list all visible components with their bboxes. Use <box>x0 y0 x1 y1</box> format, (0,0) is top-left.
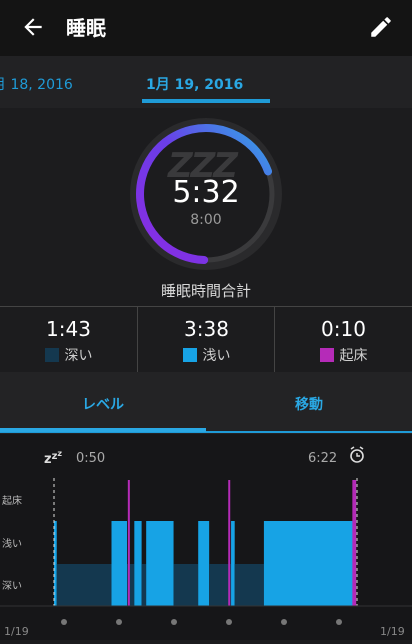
light-sleep-segment <box>111 521 128 606</box>
back-arrow-icon[interactable] <box>20 14 46 40</box>
deep-sleep-segment <box>234 564 264 606</box>
sleep-stage-stats: 1:43 深い 3:38 浅い 0:10 起床 <box>0 306 412 374</box>
stat-awake: 0:10 起床 <box>274 307 412 373</box>
tab-levels[interactable]: レベル <box>0 394 206 414</box>
timeline-dot <box>171 619 177 625</box>
deep-sleep-segment <box>173 564 199 606</box>
view-tabs: レベル 移動 <box>0 372 412 434</box>
deep-sleep-segment <box>56 564 112 606</box>
stat-value: 3:38 <box>184 317 229 341</box>
zzz-icon: zzz <box>44 449 62 467</box>
level-label-light: 浅い <box>2 537 22 550</box>
total-sleep-time: 5:32 <box>172 175 240 210</box>
timeline-dot <box>116 619 122 625</box>
stat-deep: 1:43 深い <box>0 307 137 373</box>
edit-pencil-icon[interactable] <box>368 14 394 40</box>
chart-start-time: 0:50 <box>76 451 105 466</box>
awake-mark <box>228 480 231 606</box>
timeline-dot <box>61 619 67 625</box>
stat-light: 3:38 浅い <box>137 307 275 373</box>
sleep-level-chart: zzz 0:50 6:22 起床 浅い 深い 1/19 1/19 <box>0 434 412 640</box>
timeline-dot <box>336 619 342 625</box>
deep-sleep-segment <box>141 564 147 606</box>
deep-color-swatch <box>44 348 59 362</box>
awake-mark <box>127 480 130 606</box>
awake-mark <box>354 480 357 606</box>
light-sleep-segment <box>146 521 174 606</box>
stat-value: 1:43 <box>46 317 91 341</box>
active-tab-indicator <box>0 428 206 432</box>
stat-label: 浅い <box>202 348 231 364</box>
timeline-dot <box>226 619 232 625</box>
deep-sleep-segment <box>209 564 232 606</box>
level-label-awake: 起床 <box>2 494 22 507</box>
stat-label: 深い <box>64 348 93 364</box>
tab-movement[interactable]: 移動 <box>206 394 412 414</box>
light-sleep-segment <box>263 521 356 606</box>
total-sleep-label: 睡眠時間合計 <box>160 282 251 300</box>
current-date-indicator <box>142 99 270 103</box>
chart-left-date: 1/19 <box>4 625 29 638</box>
chart-end-time: 6:22 <box>308 451 337 466</box>
light-color-swatch <box>182 348 197 362</box>
previous-date-tab[interactable]: 月 18, 2016 <box>0 74 73 94</box>
timeline-dot <box>281 619 287 625</box>
light-sleep-segment <box>198 521 210 606</box>
level-label-deep: 深い <box>2 580 22 592</box>
chart-right-date: 1/19 <box>380 625 405 638</box>
app-bar: 睡眠 <box>0 0 412 56</box>
sleep-goal: 8:00 <box>190 212 222 228</box>
page-title: 睡眠 <box>66 16 106 40</box>
alarm-clock-icon <box>350 446 364 463</box>
stat-value: 0:10 <box>321 317 366 341</box>
light-sleep-segment <box>134 521 142 606</box>
stat-label: 起床 <box>339 348 368 364</box>
sleep-chart-svg: zzz 0:50 6:22 起床 浅い 深い 1/19 1/19 <box>0 446 412 638</box>
light-sleep-segment <box>231 521 235 606</box>
current-date-tab[interactable]: 1月 19, 2016 <box>146 74 243 94</box>
timeline-dots <box>61 619 342 625</box>
awake-color-swatch <box>319 348 334 362</box>
